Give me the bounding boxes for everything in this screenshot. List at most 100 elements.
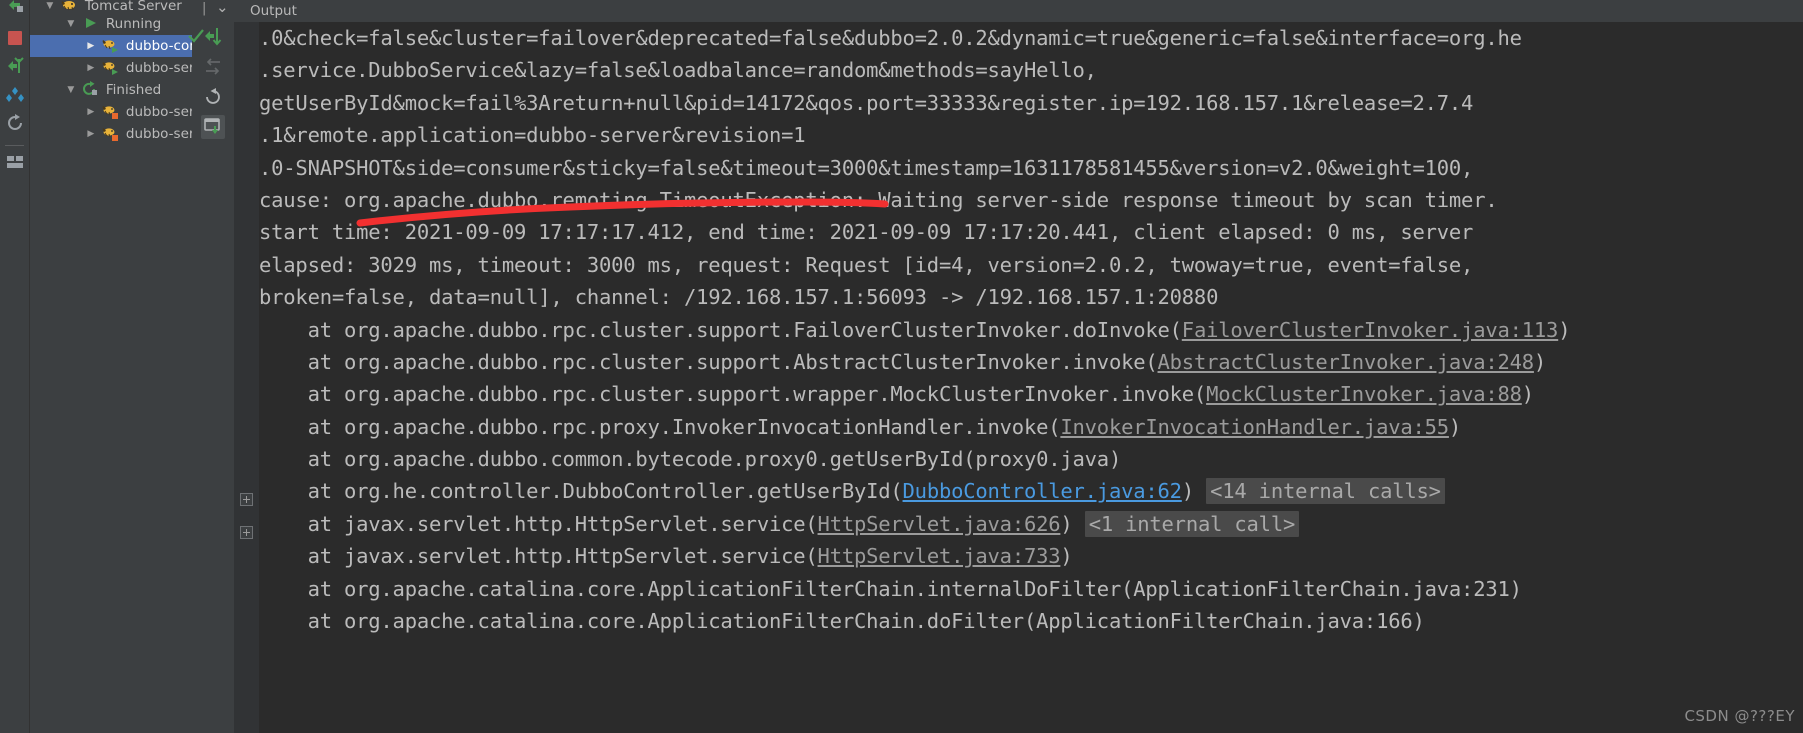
console-text-run: .0&check=false&cluster=failover&deprecat…	[259, 26, 1522, 50]
stacktrace-link[interactable]: MockClusterInvoker.java:88	[1206, 382, 1522, 406]
fold-marker[interactable]	[240, 526, 253, 539]
console-tab-bar: Output	[234, 0, 1803, 22]
chevron-down-icon[interactable]: ▼	[64, 13, 77, 35]
console-line: cause: org.apache.dubbo.remoting.Timeout…	[259, 184, 1803, 216]
run-configuration-tree[interactable]: ▼ Tomcat Server ▼ Running ▶ dubbo-co ▶ d…	[30, 0, 192, 733]
console-text-run: )	[1533, 349, 1547, 374]
running-icon	[82, 15, 102, 31]
chevron-right-icon[interactable]: ▶	[84, 123, 97, 145]
console-text: .0&check=false&cluster=failover&deprecat…	[259, 22, 1803, 733]
chevron-down-icon[interactable]: ▼	[64, 79, 77, 101]
toolbar-divider	[5, 145, 24, 146]
console-gutter	[234, 22, 259, 733]
chevron-right-icon[interactable]: ▶	[84, 57, 97, 79]
print-icon[interactable]	[5, 86, 25, 106]
tree-item-finished[interactable]: ▼ Finished	[30, 79, 192, 101]
console-text-run: .0-SNAPSHOT&side=consumer&sticky=false&t…	[259, 155, 1474, 180]
tree-item-label: dubbo-serve	[125, 104, 192, 120]
console-text-run: .1&remote.application=dubbo-server&revis…	[259, 123, 806, 148]
tree-item-dubbo-server-finished-1[interactable]: ▶ dubbo-serve	[30, 101, 192, 123]
stacktrace-link[interactable]: InvokerInvocationHandler.java:55	[1060, 415, 1449, 439]
console-text-run: )	[1060, 511, 1085, 536]
console-text-run: elapsed: 3029 ms, timeout: 3000 ms, requ…	[259, 252, 1474, 277]
console-line: at org.apache.dubbo.rpc.cluster.support.…	[259, 346, 1803, 378]
console-line: elapsed: 3029 ms, timeout: 3000 ms, requ…	[259, 249, 1803, 281]
internal-calls-badge[interactable]: <14 internal calls>	[1206, 478, 1445, 505]
console-text-run: at org.he.controller.DubboController.get…	[259, 479, 903, 504]
console-line: .0&check=false&cluster=failover&deprecat…	[259, 22, 1803, 54]
tomcat-stopped-icon	[102, 125, 122, 141]
console-text-run: )	[1558, 317, 1571, 342]
console-text-run: at javax.servlet.http.HttpServlet.servic…	[259, 511, 818, 536]
tree-item-label: dubbo-serve	[125, 60, 192, 76]
console-line: at javax.servlet.http.HttpServlet.servic…	[259, 508, 1803, 540]
console-line: .1&remote.application=dubbo-server&revis…	[259, 119, 1803, 151]
console-line: at org.he.controller.DubboController.get…	[259, 475, 1803, 507]
console-text-run: broken=false, data=null], channel: /192.…	[259, 285, 1219, 310]
console-text-run: at org.apache.dubbo.rpc.cluster.support.…	[259, 382, 1207, 407]
scroll-to-end-icon[interactable]	[203, 26, 223, 46]
tab-output[interactable]: Output	[250, 0, 297, 22]
stacktrace-link[interactable]: FailoverClusterInvoker.java:113	[1182, 318, 1559, 342]
rerun-icon[interactable]	[5, 0, 25, 14]
tree-item-label: Finished	[105, 82, 162, 98]
export-to-file-icon[interactable]	[201, 115, 225, 139]
finished-icon	[82, 81, 102, 97]
tree-item-running[interactable]: ▼ Running	[30, 13, 192, 35]
stop-icon[interactable]	[5, 28, 25, 48]
layout-icon[interactable]	[5, 152, 25, 172]
console-text-run: at org.apache.dubbo.common.bytecode.prox…	[259, 447, 1122, 472]
toolbar-divider-label: |	[202, 1, 207, 16]
console-line: at org.apache.dubbo.common.bytecode.prox…	[259, 443, 1803, 475]
console-line: broken=false, data=null], channel: /192.…	[259, 281, 1803, 313]
stacktrace-link[interactable]: HttpServlet.java:626	[818, 512, 1061, 536]
console-text-run: at org.apache.dubbo.rpc.cluster.support.…	[259, 349, 1158, 374]
console-text-run: cause: org.apache.dubbo.remoting.Timeout…	[259, 187, 1498, 212]
tree-item-dubbo-consumer[interactable]: ▶ dubbo-consu	[30, 35, 192, 57]
stacktrace-link[interactable]: HttpServlet.java:733	[818, 544, 1061, 568]
console-text-run: at org.apache.catalina.core.ApplicationF…	[259, 609, 1425, 634]
console-line: at org.apache.dubbo.rpc.cluster.support.…	[259, 314, 1803, 346]
fold-marker[interactable]	[240, 493, 253, 506]
console-text-run: )	[1181, 479, 1207, 504]
tree-item-dubbo-server-running[interactable]: ▶ dubbo-serve	[30, 57, 192, 79]
stacktrace-link-active[interactable]: DubboController.java:62	[903, 479, 1182, 503]
console-line: getUserById&mock=fail%3Areturn+null&pid=…	[259, 87, 1803, 119]
ide-run-console-window: ▼ Tomcat Server ▼ Running ▶ dubbo-co ▶ d…	[0, 0, 1803, 733]
run-toolbar	[0, 0, 30, 733]
tree-item-label: dubbo-serve	[125, 126, 192, 142]
console-line: start time: 2021-09-09 17:17:17.412, end…	[259, 216, 1803, 248]
console-text-run: )	[1521, 382, 1534, 407]
tree-item-label: Tomcat Server	[84, 0, 182, 14]
console-line: at org.apache.dubbo.rpc.proxy.InvokerInv…	[259, 411, 1803, 443]
console-line: at org.apache.catalina.core.ApplicationF…	[259, 573, 1803, 605]
chevron-right-icon[interactable]: ▶	[84, 35, 97, 57]
console-text-run: at javax.servlet.http.HttpServlet.servic…	[259, 544, 818, 569]
tree-item-dubbo-server-finished-2[interactable]: ▶ dubbo-serve	[30, 123, 192, 145]
console-side-toolbar: | ⌄	[188, 0, 235, 733]
scroll-to-end-icon[interactable]	[5, 56, 25, 76]
chevron-down-icon[interactable]: ⌄	[216, 0, 229, 16]
tomcat-running-icon	[102, 37, 122, 53]
tomcat-running-icon	[102, 59, 122, 75]
tree-item-label: Running	[105, 16, 162, 32]
console-text-run: )	[1060, 544, 1073, 569]
console-text-run: at org.apache.catalina.core.ApplicationF…	[259, 576, 1522, 601]
tomcat-icon	[61, 0, 81, 13]
console-text-run: getUserById&mock=fail%3Areturn+null&pid=…	[259, 90, 1474, 115]
console-line: at org.apache.catalina.core.ApplicationF…	[259, 605, 1803, 637]
restart-icon[interactable]	[203, 87, 223, 107]
console-line: at javax.servlet.http.HttpServlet.servic…	[259, 540, 1803, 572]
watermark: CSDN @???EY	[1684, 707, 1795, 725]
console-text-run: at org.apache.dubbo.rpc.proxy.InvokerInv…	[259, 414, 1061, 439]
chevron-right-icon[interactable]: ▶	[84, 101, 97, 123]
soft-wrap-icon[interactable]	[203, 57, 223, 77]
console-toolbar-header: | ⌄	[192, 0, 234, 22]
internal-calls-badge[interactable]: <1 internal call>	[1084, 510, 1300, 537]
stacktrace-link[interactable]: AbstractClusterInvoker.java:248	[1158, 350, 1535, 374]
console-text-run: )	[1448, 414, 1462, 439]
tree-item-label: dubbo-consu	[125, 38, 192, 54]
console-output-panel[interactable]: .0&check=false&cluster=failover&deprecat…	[234, 22, 1803, 733]
console-text-run: start time: 2021-09-09 17:17:17.412, end…	[259, 220, 1474, 245]
restart-icon[interactable]	[5, 113, 25, 133]
